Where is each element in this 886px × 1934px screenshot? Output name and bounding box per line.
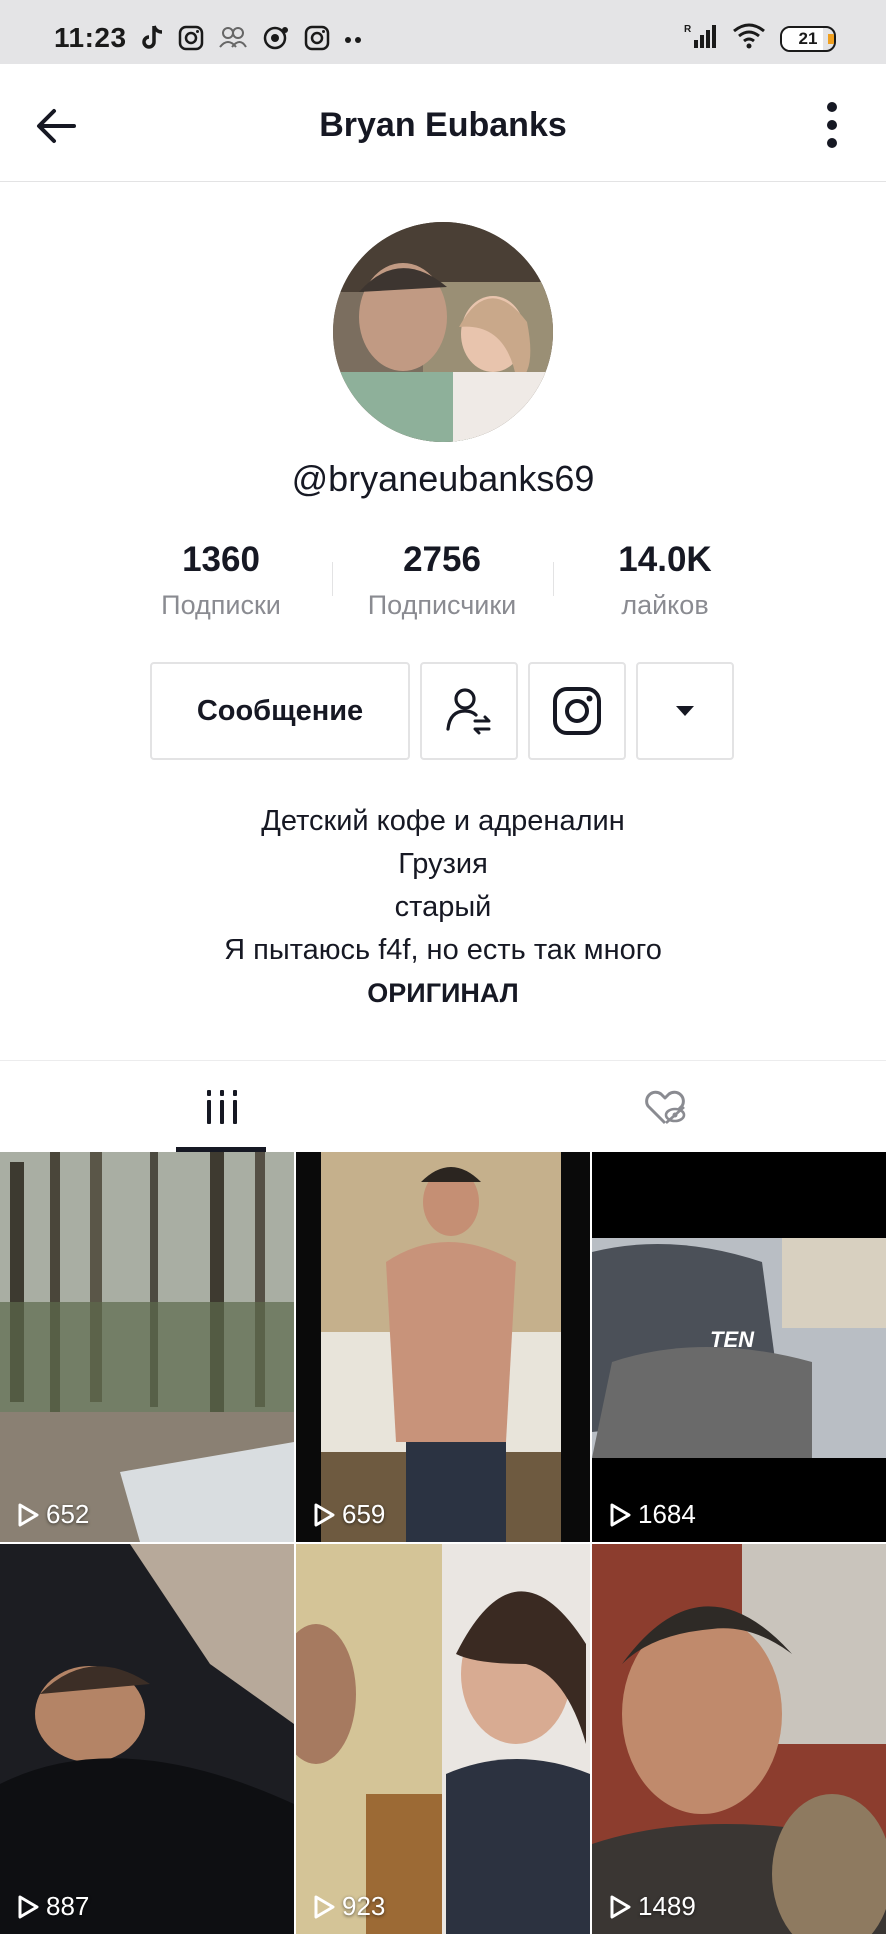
video-grid: 652 659 TEN 1684 887 923 1489 (0, 1152, 886, 1934)
status-time: 11:23 (54, 22, 127, 53)
instagram-link-button[interactable] (528, 662, 626, 760)
system-icons: R 21 (684, 22, 836, 55)
play-icon (18, 1895, 39, 1918)
video-thumbnail[interactable]: 659 (296, 1152, 590, 1542)
followers-label: Подписчики (367, 590, 517, 620)
bio-line: Я пытаюсь f4f, но есть так много (224, 934, 662, 966)
view-count-value: 1684 (638, 1499, 696, 1529)
stat-likes[interactable]: 14.0K лайков (565, 540, 765, 621)
more-options-button[interactable] (824, 102, 840, 148)
stat-divider (553, 562, 554, 596)
view-count: 652 (16, 1499, 89, 1530)
bio-line-bold: ОРИГИНАЛ (367, 978, 519, 1008)
view-count: 923 (312, 1891, 385, 1922)
avatar[interactable] (333, 222, 553, 442)
view-count: 1684 (608, 1499, 696, 1530)
battery-level: 21 (798, 28, 818, 48)
heart-hidden-icon (644, 1090, 685, 1125)
grid-lines-icon (206, 1090, 237, 1124)
view-count: 1489 (608, 1891, 696, 1922)
more-actions-dropdown[interactable] (636, 662, 734, 760)
contacts-icon (218, 25, 248, 56)
more-notifications-icon (344, 32, 362, 50)
user-switch-icon (446, 688, 491, 735)
video-thumbnail[interactable]: TEN 1684 (592, 1152, 886, 1542)
view-count-value: 1489 (638, 1891, 696, 1921)
likes-label: лайков (621, 590, 709, 620)
view-count-value: 659 (342, 1499, 386, 1529)
followers-count: 2756 (403, 540, 481, 579)
follow-toggle-button[interactable] (420, 662, 518, 760)
play-icon (314, 1503, 335, 1526)
stat-following[interactable]: 1360 Подписки (121, 540, 321, 621)
battery-icon: 21 (780, 25, 836, 52)
message-button[interactable]: Сообщение (150, 662, 410, 760)
video-thumbnail[interactable]: 887 (0, 1544, 294, 1934)
instagram-icon (304, 25, 330, 56)
following-count: 1360 (182, 540, 260, 579)
more-dots-icon (827, 102, 837, 112)
username: @bryaneubanks69 (291, 458, 595, 499)
instagram-icon (178, 25, 204, 56)
tab-videos[interactable] (0, 1061, 443, 1153)
play-icon (314, 1895, 335, 1918)
profile-tabs (0, 1060, 886, 1152)
play-icon (610, 1503, 631, 1526)
stat-divider (332, 562, 333, 596)
signal-icon: R (684, 22, 718, 55)
play-icon (610, 1895, 631, 1918)
notification-icons (140, 24, 362, 57)
video-thumbnail[interactable]: 652 (0, 1152, 294, 1542)
caret-down-icon (676, 706, 694, 716)
following-label: Подписки (161, 590, 281, 620)
thumbnail-overlay-text: TEN (710, 1327, 754, 1352)
video-thumbnail[interactable]: 923 (296, 1544, 590, 1934)
profile-bio: Детский кофе и адреналин Грузия старый Я… (0, 800, 886, 1015)
page-title: Bryan Eubanks (319, 106, 567, 144)
app-notification-icon (262, 25, 290, 56)
bio-line: старый (394, 891, 492, 923)
likes-count: 14.0K (618, 540, 712, 579)
bio-line: Детский кофе и адреналин (261, 805, 625, 837)
status-bar: 11:23 R 21 (0, 0, 886, 64)
view-count: 659 (312, 1499, 385, 1530)
profile-stats: 1360 Подписки 2756 Подписчики 14.0K лайк… (0, 540, 886, 620)
view-count-value: 652 (46, 1499, 90, 1529)
stat-followers[interactable]: 2756 Подписчики (342, 540, 542, 621)
tab-liked[interactable] (443, 1061, 886, 1153)
play-icon (18, 1503, 39, 1526)
bio-line: Грузия (398, 848, 488, 880)
view-count: 887 (16, 1891, 89, 1922)
view-count-value: 923 (342, 1891, 386, 1921)
svg-text:R: R (684, 24, 692, 35)
profile-header: Bryan Eubanks (0, 64, 886, 182)
view-count-value: 887 (46, 1891, 90, 1921)
video-thumbnail[interactable]: 1489 (592, 1544, 886, 1934)
instagram-icon (553, 687, 601, 735)
tiktok-icon (140, 24, 164, 57)
wifi-icon (732, 23, 766, 54)
